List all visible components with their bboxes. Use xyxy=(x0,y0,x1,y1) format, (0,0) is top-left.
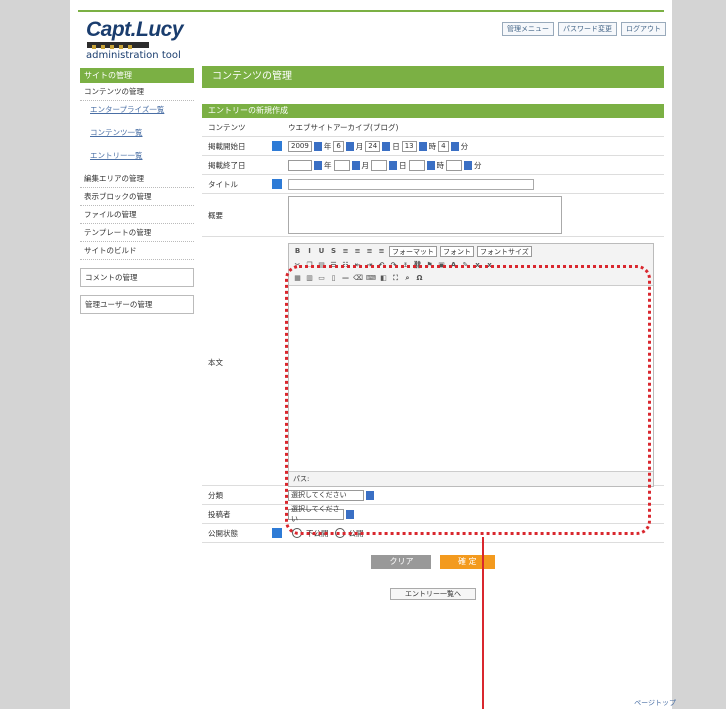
end-day-select[interactable] xyxy=(371,159,387,171)
highlight-pointer xyxy=(482,537,484,709)
chevron-down-icon[interactable] xyxy=(464,160,472,170)
content-label: コンテンツ xyxy=(208,122,246,132)
button-row: クリア 確 定 xyxy=(202,555,664,569)
editor-toolbar: BIUS ≡ ≡ ≡ ≡ フォーマット フォント フォントサイズ xyxy=(289,244,653,259)
end-hour-select[interactable] xyxy=(408,159,425,171)
sidebar-item-edit-area[interactable]: 編集エリアの管理 xyxy=(80,170,194,188)
sidebar: サイトの管理 コンテンツの管理 エンタープライズ一覧 コンテンツ一覧 エントリー… xyxy=(80,68,194,314)
sidebar-item-enterprise-list[interactable]: エンタープライズ一覧 xyxy=(80,101,194,118)
sidebar-item-entry-list[interactable]: エントリー一覧 xyxy=(80,147,194,164)
font-size-select[interactable]: フォントサイズ xyxy=(477,246,532,257)
sidebar-item-template[interactable]: テンプレートの管理 xyxy=(80,224,194,242)
chevron-down-icon[interactable] xyxy=(345,141,354,151)
body-label: 本文 xyxy=(208,358,223,367)
content-value: ウエブサイトアーカイブ(ブログ) xyxy=(288,122,399,132)
sidebar-item-comment[interactable]: コメントの管理 xyxy=(80,268,194,287)
summary-label: 概要 xyxy=(208,210,223,220)
chevron-down-icon[interactable] xyxy=(382,141,391,151)
category-label: 分類 xyxy=(208,490,223,500)
submit-button[interactable]: 確 定 xyxy=(440,555,495,569)
font-select[interactable]: フォント xyxy=(440,246,474,257)
logo-subtitle: administration tool xyxy=(86,50,181,61)
bold-icon[interactable]: B xyxy=(293,247,302,256)
chevron-down-icon[interactable] xyxy=(418,141,427,151)
status-label: 公開状態 xyxy=(208,528,238,538)
start-month-select[interactable]: 6 xyxy=(333,140,344,152)
sidebar-item-content-list[interactable]: コンテンツ一覧 xyxy=(80,124,194,141)
title-label: タイトル xyxy=(208,179,238,189)
logout-link[interactable]: ログアウト xyxy=(621,22,666,36)
row-start: 掲載開始日 2009 年 6月 24 日 13 時 4分 xyxy=(202,137,664,156)
row-summary: 概要 xyxy=(202,194,664,237)
chevron-down-icon[interactable] xyxy=(314,160,322,170)
section-title: エントリーの新規作成 xyxy=(202,104,664,118)
chevron-down-icon[interactable] xyxy=(313,141,322,151)
admin-menu-link[interactable]: 管理メニュー xyxy=(502,22,554,36)
summary-textarea[interactable] xyxy=(288,196,562,234)
row-end: 掲載終了日 年 月 日 時 分 xyxy=(202,156,664,175)
start-label: 掲載開始日 xyxy=(208,141,246,151)
top-line xyxy=(78,10,664,12)
underline-icon[interactable]: U xyxy=(317,247,326,256)
start-year-select[interactable]: 2009 xyxy=(288,140,312,152)
required-icon xyxy=(272,528,282,538)
format-select[interactable]: フォーマット xyxy=(389,246,437,257)
list-link-row: エントリー一覧へ xyxy=(202,588,664,600)
end-label: 掲載終了日 xyxy=(208,160,246,170)
entry-list-link[interactable]: エントリー一覧へ xyxy=(390,588,476,600)
required-icon xyxy=(272,179,282,189)
page-top-link[interactable]: ページトップ xyxy=(634,698,676,708)
sidebar-item-block[interactable]: 表示ブロックの管理 xyxy=(80,188,194,206)
align-center-icon[interactable]: ≡ xyxy=(353,247,362,256)
sidebar-item-content[interactable]: コンテンツの管理 xyxy=(80,83,194,101)
row-content: コンテンツ ウエブサイトアーカイブ(ブログ) xyxy=(202,118,664,137)
sidebar-item-build[interactable]: サイトのビルド xyxy=(80,242,194,260)
end-month-select[interactable] xyxy=(333,159,350,171)
highlight-annotation xyxy=(285,265,651,535)
start-day-select[interactable]: 24 xyxy=(365,140,381,152)
top-nav: 管理メニュー パスワード変更 ログアウト xyxy=(502,22,666,36)
justify-icon[interactable]: ≡ xyxy=(377,247,386,256)
chevron-down-icon[interactable] xyxy=(389,160,397,170)
logo-title: Capt.Lucy xyxy=(86,18,184,41)
author-label: 投稿者 xyxy=(208,509,231,519)
end-min-select[interactable] xyxy=(446,159,462,171)
sidebar-item-admin-user[interactable]: 管理ユーザーの管理 xyxy=(80,295,194,314)
start-min-select[interactable]: 4 xyxy=(438,140,449,152)
start-hour-select[interactable]: 13 xyxy=(401,140,417,152)
sidebar-head: サイトの管理 xyxy=(80,68,194,83)
sidebar-item-file[interactable]: ファイルの管理 xyxy=(80,206,194,224)
page-title: コンテンツの管理 xyxy=(202,66,664,88)
title-input[interactable] xyxy=(288,178,534,190)
row-title: タイトル xyxy=(202,175,664,194)
chevron-down-icon[interactable] xyxy=(450,141,459,151)
align-right-icon[interactable]: ≡ xyxy=(365,247,374,256)
change-password-link[interactable]: パスワード変更 xyxy=(558,22,617,36)
logo-bar xyxy=(87,42,149,49)
chevron-down-icon[interactable] xyxy=(426,160,435,170)
strike-icon[interactable]: S xyxy=(329,247,338,256)
align-left-icon[interactable]: ≡ xyxy=(341,247,350,256)
italic-icon[interactable]: I xyxy=(305,247,314,256)
required-icon xyxy=(272,141,282,151)
clear-button[interactable]: クリア xyxy=(371,555,432,569)
chevron-down-icon[interactable] xyxy=(351,160,360,170)
end-year-select[interactable] xyxy=(288,159,312,171)
